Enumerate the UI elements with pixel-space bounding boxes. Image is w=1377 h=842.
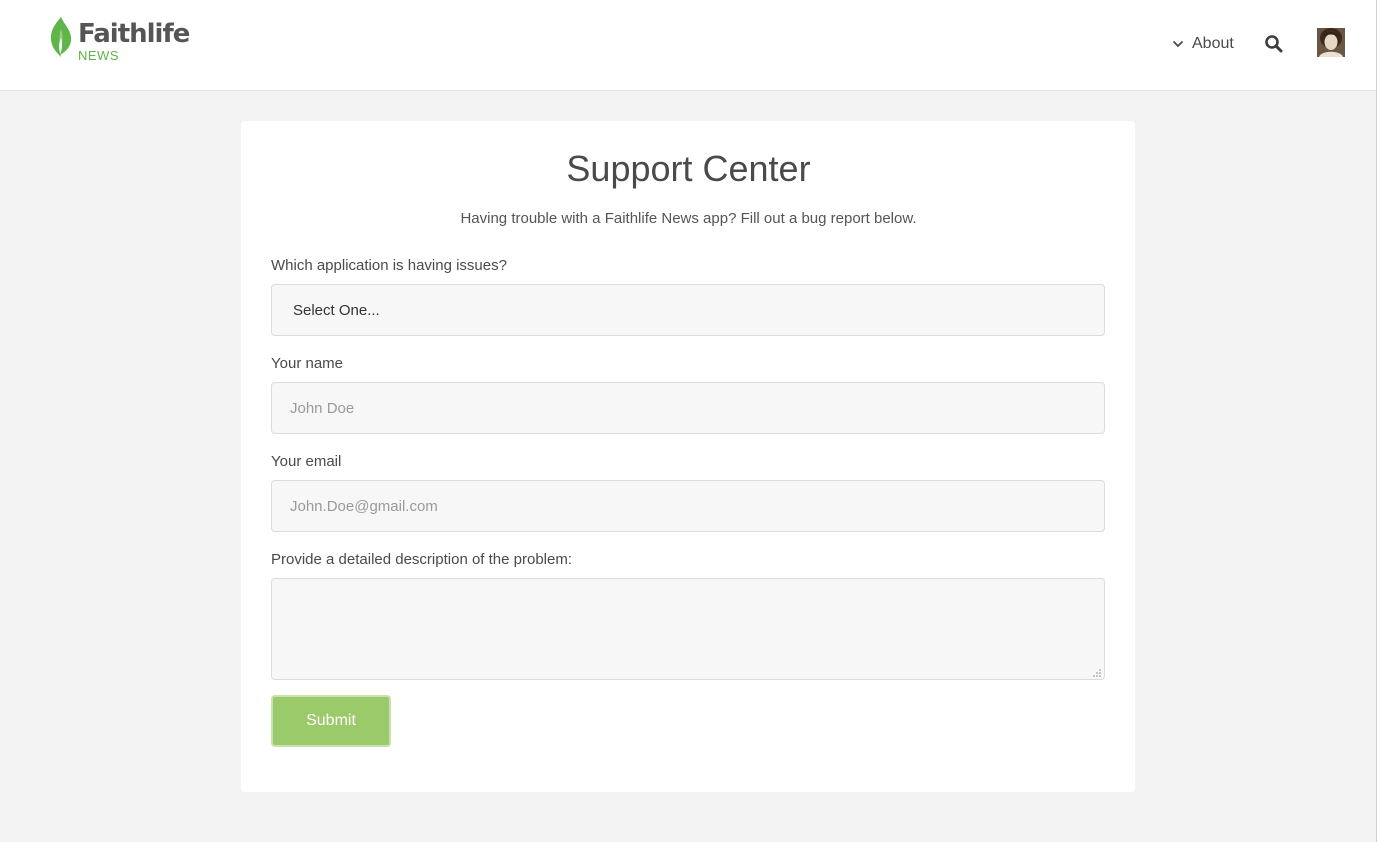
application-label: Which application is having issues?: [271, 257, 507, 274]
search-icon: [1265, 35, 1283, 53]
about-menu-button[interactable]: About: [1172, 33, 1234, 55]
submit-button[interactable]: Submit: [271, 695, 391, 747]
logo-subtitle: NEWS: [78, 48, 119, 63]
name-label: Your name: [271, 355, 343, 372]
description-label: Provide a detailed description of the pr…: [271, 551, 573, 568]
leaf-flame-icon: [50, 17, 72, 57]
chevron-down-icon: [1172, 40, 1184, 48]
email-input[interactable]: [271, 480, 1105, 532]
top-navigation-bar: Faithlife NEWS About: [0, 0, 1377, 91]
avatar-photo-icon: [1317, 28, 1345, 57]
about-menu-label: About: [1192, 35, 1234, 52]
logo-wordmark: Faithlife: [78, 19, 190, 49]
resize-grip-icon[interactable]: [1092, 668, 1101, 677]
application-select[interactable]: Select One...: [271, 284, 1105, 336]
email-label: Your email: [271, 453, 342, 470]
application-select-value: Select One...: [293, 301, 380, 319]
page-title: Support Center: [566, 148, 811, 189]
faithlife-news-logo[interactable]: Faithlife NEWS: [48, 15, 190, 65]
user-avatar[interactable]: [1317, 28, 1345, 57]
name-input[interactable]: [271, 382, 1105, 434]
description-textarea[interactable]: [271, 578, 1105, 680]
search-button[interactable]: [1264, 34, 1284, 54]
page-subtitle: Having trouble with a Faithlife News app…: [460, 210, 917, 227]
